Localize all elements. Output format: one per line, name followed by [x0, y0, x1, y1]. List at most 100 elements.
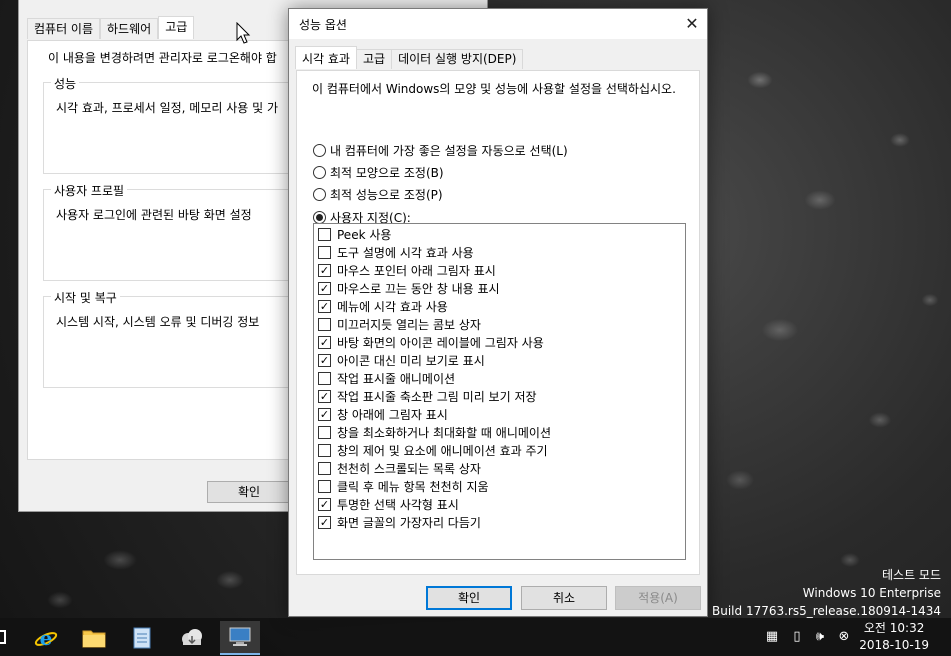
- effect-label: 창을 최소화하거나 최대화할 때 애니메이션: [337, 425, 551, 440]
- effect-label: 아이콘 대신 미리 보기로 표시: [337, 353, 485, 368]
- effect-label: 투명한 선택 사각형 표시: [337, 497, 459, 512]
- ok-button[interactable]: 확인: [426, 586, 512, 610]
- notification-error-icon[interactable]: ⊗: [835, 628, 853, 646]
- usb-device-icon[interactable]: ▯: [788, 628, 806, 646]
- effect-list-item[interactable]: ✓ 화면 글꼴의 가장자리 다듬기: [318, 513, 481, 531]
- effect-checkbox[interactable]: ✓: [318, 497, 331, 511]
- apply-button[interactable]: 적용(A): [615, 586, 701, 610]
- dialog-title: 성능 옵션: [299, 18, 347, 32]
- effect-list-item[interactable]: 클릭 후 메뉴 항목 천천히 지움: [318, 477, 489, 495]
- effect-label: 마우스로 끄는 동안 창 내용 표시: [337, 281, 500, 296]
- effect-label: 클릭 후 메뉴 항목 천천히 지움: [337, 479, 489, 494]
- effect-list-item[interactable]: ✓ 작업 표시줄 축소판 그림 미리 보기 저장: [318, 387, 537, 405]
- taskbar-notepad[interactable]: [122, 621, 162, 655]
- effect-checkbox[interactable]: ✓: [318, 335, 331, 349]
- effect-list-item[interactable]: Peek 사용: [318, 225, 391, 243]
- effect-list-item[interactable]: 천천히 스크롤되는 목록 상자: [318, 459, 481, 477]
- effect-list-item[interactable]: 미끄러지듯 열리는 콤보 상자: [318, 315, 481, 333]
- effect-label: 작업 표시줄 애니메이션: [337, 371, 456, 386]
- radio-label: 최적 모양으로 조정(B): [330, 165, 444, 180]
- system-properties-tabs: 컴퓨터 이름 하드웨어 고급: [27, 16, 195, 40]
- effect-list-item[interactable]: 창의 제어 및 요소에 애니메이션 효과 주기: [318, 441, 548, 459]
- cloud-icon: [182, 629, 202, 645]
- task-view-icon[interactable]: [0, 630, 6, 644]
- radio-button[interactable]: [313, 187, 326, 201]
- folder-icon: [82, 630, 106, 648]
- volume-icon[interactable]: 🕪: [811, 628, 829, 646]
- effect-label: 화면 글꼴의 가장자리 다듬기: [337, 515, 481, 530]
- effect-checkbox[interactable]: [318, 317, 331, 331]
- effect-label: 미끄러지듯 열리는 콤보 상자: [337, 317, 481, 332]
- effect-label: Peek 사용: [337, 227, 392, 242]
- effect-list-item[interactable]: ✓ 투명한 선택 사각형 표시: [318, 495, 459, 513]
- admin-note: 이 내용을 변경하려면 관리자로 로그온해야 합: [48, 51, 277, 65]
- effect-checkbox[interactable]: [318, 479, 331, 493]
- clock-time: 오전 10:32: [863, 621, 925, 635]
- clock[interactable]: 오전 10:32 2018-10-19: [859, 620, 929, 654]
- tab-advanced[interactable]: 고급: [355, 49, 393, 69]
- taskbar-system-properties[interactable]: [220, 621, 260, 655]
- tab-advanced[interactable]: 고급: [158, 16, 195, 39]
- performance-tabs: 시각 효과 고급 데이터 실행 방지(DEP): [295, 46, 524, 71]
- effect-checkbox[interactable]: ✓: [318, 281, 331, 295]
- startup-recovery-group-label: 시작 및 복구: [51, 289, 120, 306]
- effect-checkbox[interactable]: [318, 227, 331, 241]
- tab-dep[interactable]: 데이터 실행 방지(DEP): [391, 49, 524, 69]
- network-icon[interactable]: ▦: [763, 628, 781, 646]
- dialog-titlebar[interactable]: 성능 옵션 ✕: [289, 9, 707, 39]
- performance-group-description: 시각 효과, 프로세서 일정, 메모리 사용 및 가: [56, 101, 279, 115]
- radio-button[interactable]: [313, 165, 326, 179]
- effect-list-item[interactable]: ✓ 창 아래에 그림자 표시: [318, 405, 448, 423]
- effect-list-item[interactable]: ✓ 마우스로 끄는 동안 창 내용 표시: [318, 279, 500, 297]
- effect-checkbox[interactable]: ✓: [318, 353, 331, 367]
- user-profiles-group-description: 사용자 로그인에 관련된 바탕 화면 설정: [56, 208, 252, 222]
- watermark-mode: 테스트 모드: [881, 568, 941, 582]
- system-properties-ok-button[interactable]: 확인: [207, 481, 291, 503]
- effect-list-item[interactable]: ✓ 메뉴에 시각 효과 사용: [318, 297, 448, 315]
- visual-effects-panel: 이 컴퓨터에서 Windows의 모양 및 성능에 사용할 설정을 선택하십시오…: [296, 70, 700, 575]
- visual-effects-description: 이 컴퓨터에서 Windows의 모양 및 성능에 사용할 설정을 선택하십시오…: [312, 82, 676, 96]
- tab-visual-effects[interactable]: 시각 효과: [295, 46, 357, 69]
- radio-button[interactable]: [313, 210, 326, 224]
- effect-checkbox[interactable]: ✓: [318, 299, 331, 313]
- effect-label: 창 아래에 그림자 표시: [337, 407, 448, 422]
- effect-checkbox[interactable]: ✓: [318, 389, 331, 403]
- effect-list-item[interactable]: ✓ 마우스 포인터 아래 그림자 표시: [318, 261, 496, 279]
- startup-recovery-group-description: 시스템 시작, 시스템 오류 및 디버깅 정보: [56, 315, 260, 329]
- tab-hardware[interactable]: 하드웨어: [100, 18, 159, 39]
- effect-list-item[interactable]: ✓ 아이콘 대신 미리 보기로 표시: [318, 351, 485, 369]
- cancel-button[interactable]: 취소: [521, 586, 607, 610]
- radio-label: 최적 성능으로 조정(P): [330, 187, 443, 202]
- effect-checkbox[interactable]: [318, 461, 331, 475]
- effect-label: 마우스 포인터 아래 그림자 표시: [337, 263, 496, 278]
- taskbar-internet-explorer[interactable]: e: [26, 621, 66, 655]
- taskbar-cloud-app[interactable]: [172, 621, 212, 655]
- taskbar-file-explorer[interactable]: [74, 621, 114, 655]
- radio-option[interactable]: 최적 성능으로 조정(P): [313, 185, 443, 203]
- effects-listbox[interactable]: Peek 사용도구 설명에 시각 효과 사용 ✓ 마우스 포인터 아래 그림자 표시…: [313, 223, 686, 560]
- effect-label: 도구 설명에 시각 효과 사용: [337, 245, 474, 260]
- radio-option[interactable]: 최적 모양으로 조정(B): [313, 163, 444, 181]
- effect-list-item[interactable]: 창을 최소화하거나 최대화할 때 애니메이션: [318, 423, 551, 441]
- effect-list-item[interactable]: 작업 표시줄 애니메이션: [318, 369, 455, 387]
- effect-checkbox[interactable]: ✓: [318, 407, 331, 421]
- effect-checkbox[interactable]: [318, 443, 331, 457]
- effect-label: 작업 표시줄 축소판 그림 미리 보기 저장: [337, 389, 537, 404]
- svg-text:e: e: [40, 626, 53, 650]
- radio-option[interactable]: 내 컴퓨터에 가장 좋은 설정을 자동으로 선택(L): [313, 141, 568, 159]
- effect-label: 창의 제어 및 요소에 애니메이션 효과 주기: [337, 443, 548, 458]
- performance-group-label: 성능: [51, 75, 80, 92]
- radio-button[interactable]: [313, 143, 326, 157]
- effect-list-item[interactable]: ✓ 바탕 화면의 아이콘 레이블에 그림자 사용: [318, 333, 544, 351]
- radio-label: 내 컴퓨터에 가장 좋은 설정을 자동으로 선택(L): [330, 143, 568, 158]
- effect-checkbox[interactable]: [318, 245, 331, 259]
- close-icon: ✕: [685, 14, 699, 33]
- effect-checkbox[interactable]: [318, 425, 331, 439]
- close-button[interactable]: ✕: [677, 9, 707, 39]
- tab-computer-name[interactable]: 컴퓨터 이름: [27, 18, 101, 39]
- effect-list-item[interactable]: 도구 설명에 시각 효과 사용: [318, 243, 474, 261]
- effect-label: 바탕 화면의 아이콘 레이블에 그림자 사용: [337, 335, 544, 350]
- effect-checkbox[interactable]: ✓: [318, 263, 331, 277]
- effect-checkbox[interactable]: [318, 371, 331, 385]
- effect-checkbox[interactable]: ✓: [318, 515, 331, 529]
